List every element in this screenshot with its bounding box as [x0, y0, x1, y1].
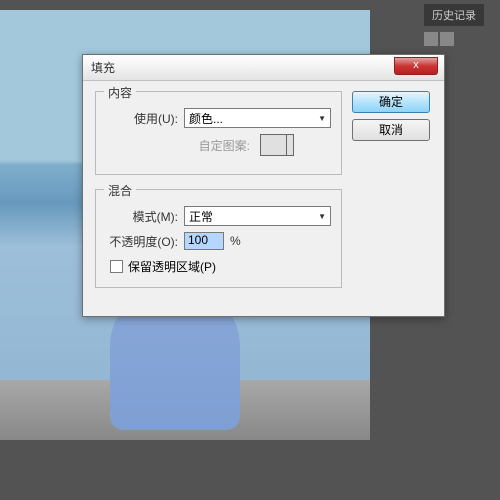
history-tab[interactable]: 历史记录 [424, 4, 484, 26]
dialog-title: 填充 [91, 59, 115, 76]
close-button[interactable]: x [394, 57, 438, 75]
opacity-label: 不透明度(O): [106, 233, 184, 250]
preserve-transparency-label: 保留透明区域(P) [128, 258, 216, 275]
panel-icon-2[interactable] [440, 32, 454, 46]
fill-dialog: 填充 x 内容 使用(U): 颜色... 自定图案: 混合 [82, 54, 445, 317]
mode-value: 正常 [189, 208, 213, 225]
custom-pattern-label: 自定图案: [106, 137, 256, 154]
percent-label: % [230, 234, 241, 248]
mode-select[interactable]: 正常 [184, 206, 331, 226]
blend-fieldset: 混合 模式(M): 正常 不透明度(O): 100 % 保留透明区域(P) [95, 189, 342, 288]
content-legend: 内容 [104, 84, 136, 101]
content-fieldset: 内容 使用(U): 颜色... 自定图案: [95, 91, 342, 175]
opacity-input[interactable]: 100 [184, 232, 224, 250]
cancel-button[interactable]: 取消 [352, 119, 430, 141]
use-label: 使用(U): [106, 110, 184, 127]
blend-legend: 混合 [104, 182, 136, 199]
use-select[interactable]: 颜色... [184, 108, 331, 128]
dialog-titlebar[interactable]: 填充 x [83, 55, 444, 81]
pattern-swatch [260, 134, 294, 156]
preserve-transparency-checkbox[interactable] [110, 260, 123, 273]
use-value: 颜色... [189, 110, 223, 127]
mode-label: 模式(M): [106, 208, 184, 225]
panel-icon-1[interactable] [424, 32, 438, 46]
ok-button[interactable]: 确定 [352, 91, 430, 113]
